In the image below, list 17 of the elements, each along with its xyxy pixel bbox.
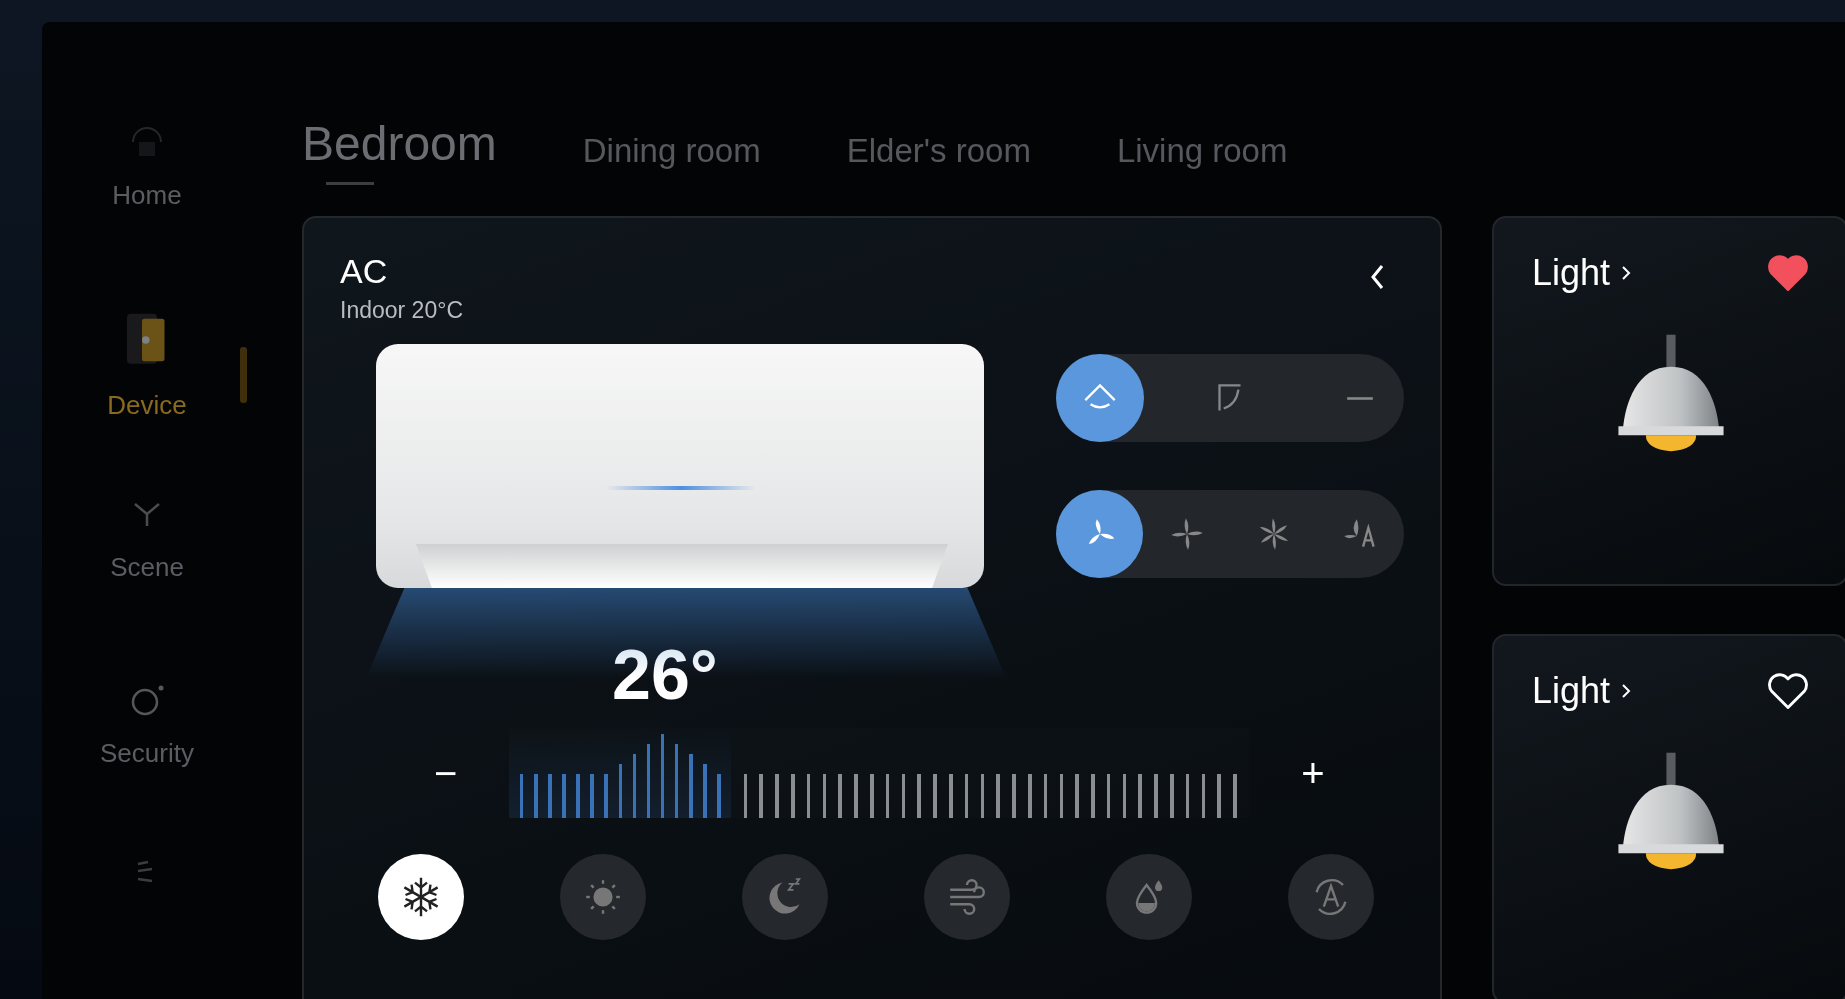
sidebar-item[interactable]: Scene bbox=[110, 494, 184, 680]
device-link[interactable]: Light bbox=[1532, 252, 1633, 294]
sidebar-item[interactable]: Home bbox=[112, 122, 182, 308]
device-title: AC bbox=[340, 252, 389, 291]
sidebar-item[interactable]: Security bbox=[100, 680, 194, 866]
selection-indicator bbox=[240, 347, 247, 403]
heart-icon[interactable] bbox=[1766, 671, 1810, 711]
dash-icon bbox=[1345, 394, 1375, 402]
device-link[interactable]: Light bbox=[1532, 670, 1633, 712]
room-tab[interactable]: Dining room bbox=[582, 132, 761, 188]
increase-button[interactable]: + bbox=[1295, 750, 1331, 796]
indoor-temperature: Indoor 20°C bbox=[340, 297, 463, 324]
room-tab[interactable]: Living room bbox=[1116, 132, 1288, 188]
sidebar-item[interactable]: Device bbox=[107, 308, 187, 494]
set-temperature: 26° bbox=[612, 640, 719, 710]
decrease-button[interactable]: − bbox=[428, 750, 464, 796]
room-tab[interactable]: Elder's room bbox=[846, 132, 1031, 188]
